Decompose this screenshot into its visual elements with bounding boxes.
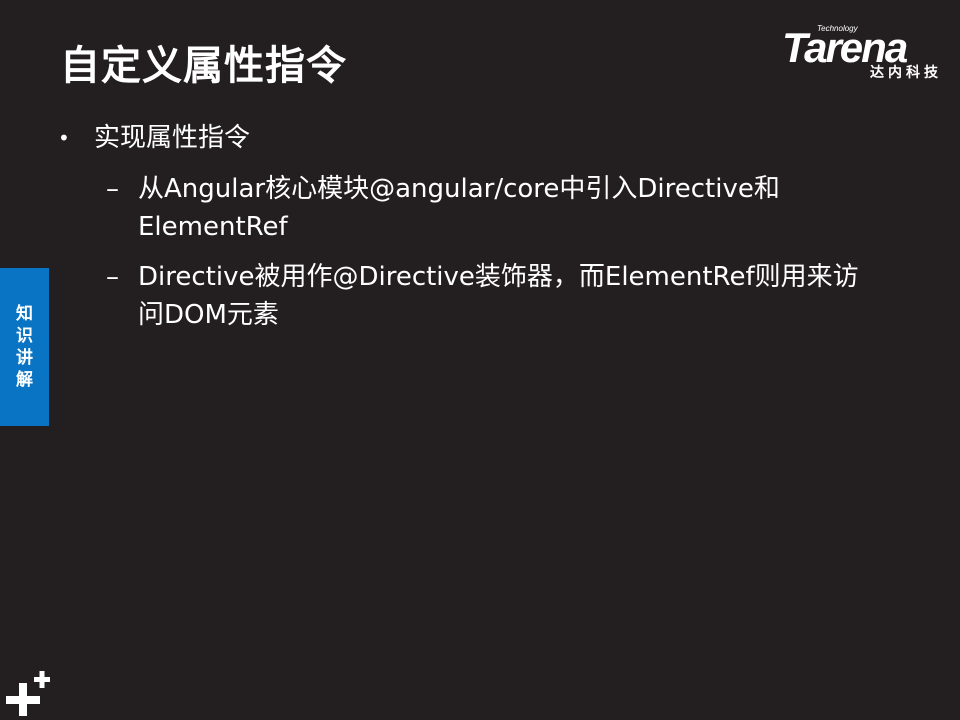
side-tab-char: 讲 <box>16 348 33 368</box>
side-tab-char: 识 <box>16 326 33 346</box>
sub-item-text: Directive被用作@Directive装饰器，而ElementRef则用来… <box>138 262 859 330</box>
plus-plus-icon <box>6 671 50 716</box>
sub-item-text: 从Angular核心模块@angular/core中引入Directive和El… <box>138 174 780 242</box>
logo-chinese-text: 达内科技 <box>870 65 942 81</box>
side-tab-char: 解 <box>16 370 33 390</box>
side-tab-char: 知 <box>16 304 33 324</box>
tarena-logo: Technology Tarena 达内科技 <box>780 20 950 86</box>
sub-item-import: – 从Angular核心模块@angular/core中引入Directive和… <box>106 170 878 246</box>
side-tab-knowledge: 知 识 讲 解 <box>0 268 49 426</box>
bullet-item: • 实现属性指令 <box>58 118 878 158</box>
sub-item-marker: – <box>106 262 119 292</box>
sub-item-usage: – Directive被用作@Directive装饰器，而ElementRef则… <box>106 258 878 334</box>
slide-content: • 实现属性指令 – 从Angular核心模块@angular/core中引入D… <box>58 118 878 334</box>
slide-title: 自定义属性指令 <box>60 43 347 89</box>
bullet-marker: • <box>58 126 70 150</box>
bullet-text: 实现属性指令 <box>94 123 251 153</box>
sub-item-marker: – <box>106 174 119 204</box>
